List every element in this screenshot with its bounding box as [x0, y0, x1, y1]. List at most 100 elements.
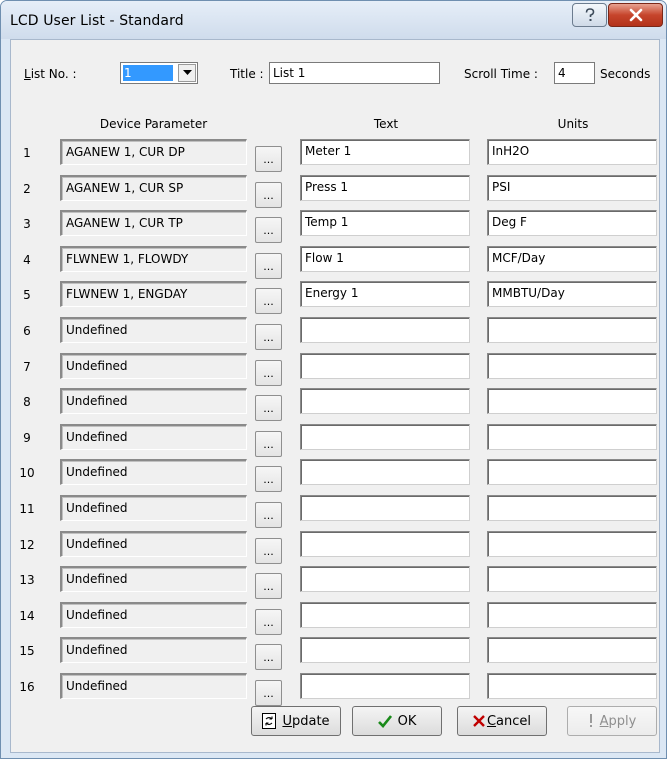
title-input[interactable]: List 1 [269, 62, 440, 84]
browse-parameter-button[interactable]: ... [255, 431, 282, 457]
list-no-dropdown[interactable]: 1 [120, 62, 198, 84]
browse-parameter-button[interactable]: ... [255, 680, 282, 706]
close-x-icon [629, 8, 642, 22]
update-button[interactable]: Update [251, 706, 341, 736]
units-input[interactable] [487, 637, 657, 663]
browse-parameter-button[interactable]: ... [255, 360, 282, 386]
row-number: 3 [23, 217, 31, 231]
ok-button[interactable]: OK [352, 706, 442, 736]
text-input[interactable] [300, 673, 470, 699]
browse-parameter-button[interactable]: ... [255, 146, 282, 172]
units-input[interactable] [487, 495, 657, 521]
device-parameter-field: Undefined [60, 531, 247, 557]
apply-button[interactable]: Apply [567, 706, 657, 736]
row-number: 16 [19, 680, 35, 694]
window-title: LCD User List - Standard [10, 13, 184, 29]
column-header-units: Units [557, 117, 589, 131]
row-number: 7 [23, 360, 31, 374]
browse-parameter-button[interactable]: ... [255, 609, 282, 635]
list-no-label: List No. : [24, 67, 77, 81]
text-input[interactable]: Temp 1 [300, 210, 470, 236]
seconds-label: Seconds [600, 67, 651, 81]
browse-parameter-button[interactable]: ... [255, 324, 282, 350]
browse-parameter-button[interactable]: ... [255, 217, 282, 243]
units-input[interactable]: Deg F [487, 210, 657, 236]
browse-parameter-button[interactable]: ... [255, 538, 282, 564]
units-input[interactable] [487, 353, 657, 379]
row-number: 9 [23, 431, 31, 445]
units-input[interactable]: InH2O [487, 139, 657, 165]
device-parameter-field: Undefined [60, 459, 247, 485]
text-input[interactable] [300, 495, 470, 521]
device-parameter-field: Undefined [60, 424, 247, 450]
text-input[interactable] [300, 602, 470, 628]
column-header-device: Device Parameter [99, 117, 208, 131]
device-parameter-field: Undefined [60, 566, 247, 592]
row-number: 11 [19, 502, 35, 516]
text-input[interactable]: Flow 1 [300, 246, 470, 272]
browse-parameter-button[interactable]: ... [255, 644, 282, 670]
text-input[interactable] [300, 459, 470, 485]
browse-parameter-button[interactable]: ... [255, 466, 282, 492]
browse-parameter-button[interactable]: ... [255, 502, 282, 528]
checkmark-icon [377, 714, 392, 728]
device-parameter-field: FLWNEW 1, ENGDAY [60, 281, 247, 307]
title-bar[interactable]: LCD User List - Standard [1, 1, 666, 39]
device-parameter-field: Undefined [60, 317, 247, 343]
dialog-body: List No. : 1 Title : List 1 Scroll Time … [10, 39, 660, 753]
update-label: Update [282, 713, 330, 729]
device-parameter-field: AGANEW 1, CUR SP [60, 175, 247, 201]
units-input[interactable] [487, 424, 657, 450]
device-parameter-field: Undefined [60, 673, 247, 699]
device-parameter-field: Undefined [60, 495, 247, 521]
units-input[interactable] [487, 602, 657, 628]
text-input[interactable]: Press 1 [300, 175, 470, 201]
browse-parameter-button[interactable]: ... [255, 395, 282, 421]
device-parameter-field: FLWNEW 1, FLOWDY [60, 246, 247, 272]
text-input[interactable] [300, 637, 470, 663]
units-input[interactable] [487, 459, 657, 485]
title-label: Title : [230, 67, 264, 81]
row-number: 10 [19, 466, 35, 480]
scroll-time-label: Scroll Time : [464, 67, 538, 81]
row-number: 1 [23, 146, 31, 160]
row-number: 13 [19, 573, 35, 587]
ok-label: OK [397, 713, 417, 729]
text-input[interactable]: Meter 1 [300, 139, 470, 165]
units-input[interactable] [487, 531, 657, 557]
text-input[interactable] [300, 353, 470, 379]
units-input[interactable] [487, 566, 657, 592]
text-input[interactable] [300, 424, 470, 450]
device-parameter-field: Undefined [60, 388, 247, 414]
text-input[interactable] [300, 388, 470, 414]
apply-label: Apply [599, 713, 637, 729]
units-input[interactable]: MMBTU/Day [487, 281, 657, 307]
device-parameter-field: Undefined [60, 637, 247, 663]
help-question-icon [585, 8, 594, 21]
cancel-button[interactable]: Cancel [457, 706, 547, 736]
exclamation-icon [589, 714, 592, 727]
row-number: 14 [19, 609, 35, 623]
browse-parameter-button[interactable]: ... [255, 573, 282, 599]
scroll-time-input[interactable]: 4 [554, 62, 595, 84]
help-button[interactable] [572, 3, 607, 27]
units-input[interactable] [487, 317, 657, 343]
row-number: 4 [23, 253, 31, 267]
close-button[interactable] [608, 3, 663, 27]
text-input[interactable] [300, 531, 470, 557]
text-input[interactable]: Energy 1 [300, 281, 470, 307]
list-no-value: 1 [123, 65, 173, 81]
units-input[interactable]: PSI [487, 175, 657, 201]
chevron-down-icon [182, 70, 192, 75]
browse-parameter-button[interactable]: ... [255, 182, 282, 208]
device-parameter-field: AGANEW 1, CUR TP [60, 210, 247, 236]
text-input[interactable] [300, 317, 470, 343]
units-input[interactable]: MCF/Day [487, 246, 657, 272]
row-number: 6 [23, 324, 31, 338]
browse-parameter-button[interactable]: ... [255, 253, 282, 279]
dropdown-button[interactable] [178, 64, 196, 82]
text-input[interactable] [300, 566, 470, 592]
units-input[interactable] [487, 673, 657, 699]
browse-parameter-button[interactable]: ... [255, 288, 282, 314]
units-input[interactable] [487, 388, 657, 414]
